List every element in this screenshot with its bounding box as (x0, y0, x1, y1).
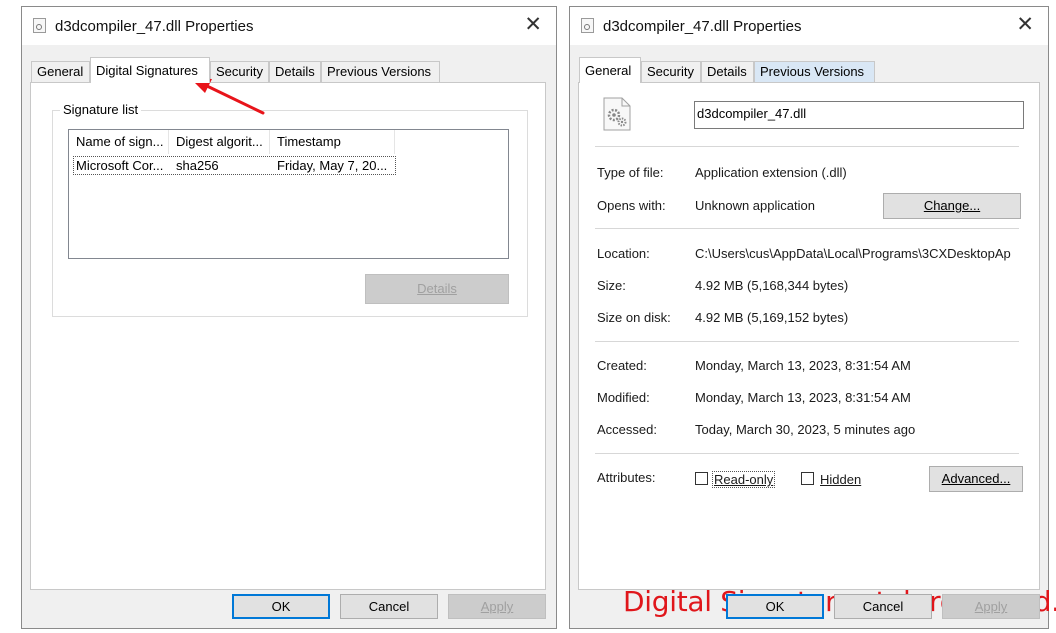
dll-file-icon (581, 18, 594, 33)
tab-panel: d3dcompiler_47.dll Type of file: Applica… (578, 82, 1056, 618)
location-label: Location: (597, 246, 650, 261)
separator (595, 453, 1019, 454)
tab-previous-versions[interactable]: Previous Versions (754, 61, 875, 82)
apply-button[interactable]: Apply (942, 594, 1040, 619)
hidden-checkbox[interactable] (801, 472, 814, 485)
tab-general[interactable]: General (31, 61, 90, 82)
table-row[interactable]: Microsoft Cor... sha256 Friday, May 7, 2… (73, 156, 396, 175)
signature-list-group: Signature list Name of sign... Digest al… (52, 102, 528, 317)
column-header-digest[interactable]: Digest algorit... (169, 130, 270, 154)
tab-details[interactable]: Details (701, 61, 754, 82)
separator (595, 146, 1019, 147)
opens-with-label: Opens with: (597, 198, 666, 213)
change-button-label: Change... (923, 198, 981, 213)
window-title: d3dcompiler_47.dll Properties (55, 18, 254, 35)
file-name-value: d3dcompiler_47.dll (697, 106, 807, 121)
advanced-button-label: Advanced... (941, 471, 1011, 486)
signature-list-label: Signature list (60, 102, 142, 117)
tab-general[interactable]: General (579, 57, 641, 83)
ok-button[interactable]: OK (232, 594, 330, 619)
tab-security[interactable]: Security (641, 61, 701, 82)
tab-details[interactable]: Details (269, 61, 321, 82)
file-name-input[interactable]: d3dcompiler_47.dll (694, 101, 1024, 129)
apply-button-label: Apply (480, 599, 514, 614)
location-value: C:\Users\cus\AppData\Local\Programs\3CXD… (695, 246, 1011, 261)
cancel-button[interactable]: Cancel (834, 594, 932, 619)
read-only-text: Read-only (714, 472, 774, 487)
accessed-label: Accessed: (597, 422, 657, 437)
dll-gear-file-icon (603, 97, 631, 131)
signature-listview[interactable]: Name of sign... Digest algorit... Timest… (68, 129, 509, 259)
separator (595, 228, 1019, 229)
cell-name: Microsoft Cor... (76, 158, 164, 173)
details-button[interactable]: Details (365, 274, 509, 304)
cancel-button[interactable]: Cancel (340, 594, 438, 619)
created-label: Created: (597, 358, 647, 373)
size-label: Size: (597, 278, 626, 293)
size-value: 4.92 MB (5,168,344 bytes) (695, 278, 849, 293)
ok-button[interactable]: OK (726, 594, 824, 619)
cell-digest: sha256 (176, 158, 219, 173)
dll-file-icon (33, 18, 46, 33)
advanced-button[interactable]: Advanced... (929, 466, 1023, 492)
close-icon[interactable]: ✕ (1016, 14, 1034, 36)
type-label: Type of file: (597, 165, 664, 180)
tab-security[interactable]: Security (210, 61, 269, 82)
change-button[interactable]: Change... (883, 193, 1021, 219)
size-on-disk-value: 4.92 MB (5,169,152 bytes) (695, 310, 849, 325)
attributes-label: Attributes: (597, 470, 656, 485)
size-on-disk-label: Size on disk: (597, 310, 671, 325)
hidden-text: Hidden (820, 472, 862, 487)
properties-dialog-left: d3dcompiler_47.dll Properties ✕ General … (21, 6, 557, 629)
title-bar[interactable]: d3dcompiler_47.dll Properties ✕ (570, 7, 1048, 45)
apply-button[interactable]: Apply (448, 594, 546, 619)
accessed-value: Today, March 30, 2023, 5 minutes ago (695, 422, 916, 437)
window-title: d3dcompiler_47.dll Properties (603, 18, 802, 35)
title-bar[interactable]: d3dcompiler_47.dll Properties ✕ (22, 7, 556, 45)
opens-with-value: Unknown application (695, 198, 815, 213)
type-value: Application extension (.dll) (695, 165, 847, 180)
read-only-label[interactable]: Read-only (712, 471, 776, 488)
properties-dialog-right: d3dcompiler_47.dll Properties ✕ General … (569, 6, 1056, 629)
tab-digital-signatures[interactable]: Digital Signatures (90, 57, 210, 83)
apply-button-label: Apply (974, 599, 1008, 614)
details-button-label: Details (417, 281, 457, 296)
modified-value: Monday, March 13, 2023, 8:31:54 AM (695, 390, 911, 405)
hidden-label[interactable]: Hidden (820, 472, 861, 487)
modified-label: Modified: (597, 390, 650, 405)
separator (595, 341, 1019, 342)
created-value: Monday, March 13, 2023, 8:31:54 AM (695, 358, 911, 373)
read-only-checkbox[interactable] (695, 472, 708, 485)
tab-panel: Signature list Name of sign... Digest al… (30, 82, 546, 590)
tab-previous-versions[interactable]: Previous Versions (321, 61, 440, 82)
column-header-name[interactable]: Name of sign... (69, 130, 169, 154)
column-header-timestamp[interactable]: Timestamp (270, 130, 395, 154)
close-icon[interactable]: ✕ (524, 14, 542, 36)
cell-timestamp: Friday, May 7, 20... (277, 158, 388, 173)
